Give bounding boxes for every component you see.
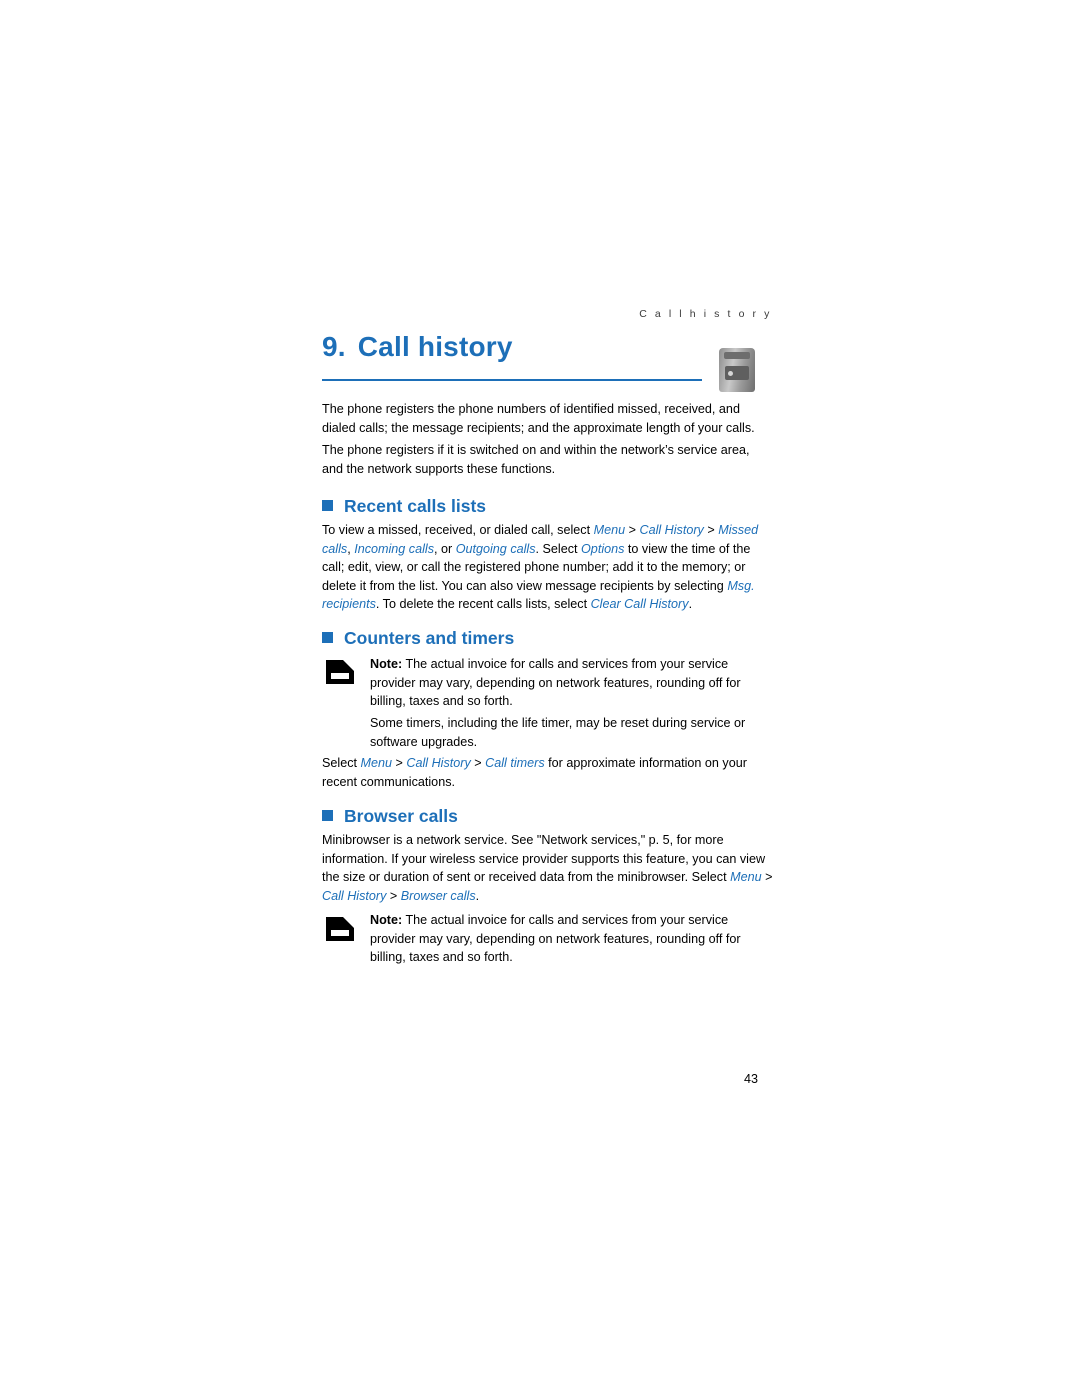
browser-calls-note: Note: The actual invoice for calls and s… xyxy=(370,913,741,965)
menu-path-menu: Menu xyxy=(593,523,626,537)
square-bullet-icon xyxy=(322,632,333,643)
section-heading-label: Browser calls xyxy=(344,806,458,826)
section-heading-recent-calls: Recent calls lists xyxy=(322,496,486,517)
menu-path-outgoing-calls: Outgoing calls xyxy=(455,541,536,556)
square-bullet-icon xyxy=(322,500,333,511)
intro-paragraph-1: The phone registers the phone numbers of… xyxy=(322,402,755,435)
section-heading-label: Recent calls lists xyxy=(344,496,487,516)
note-callout-icon xyxy=(326,660,354,684)
phone-device-icon xyxy=(719,348,755,392)
document-page: C a l l h i s t o r y 9. Call history The… xyxy=(0,0,1080,1397)
note-label: Note: xyxy=(370,657,403,671)
recent-calls-body: To view a missed, received, or dialed ca… xyxy=(322,523,759,612)
menu-path-call-history: Call History xyxy=(406,756,471,770)
menu-path-call-history: Call History xyxy=(322,888,387,903)
menu-path-options: Options xyxy=(581,541,625,556)
menu-path-browser-calls: Browser calls xyxy=(400,888,476,903)
menu-path-menu: Menu xyxy=(360,756,393,770)
menu-path-call-timers: Call timers xyxy=(485,756,545,770)
section-heading-browser-calls: Browser calls xyxy=(322,806,458,827)
section-heading-label: Counters and timers xyxy=(344,628,515,648)
counters-note-1: Note: The actual invoice for calls and s… xyxy=(370,657,741,709)
intro-paragraph-2: The phone registers if it is switched on… xyxy=(322,443,750,476)
menu-path-incoming-calls: Incoming calls xyxy=(354,541,434,556)
menu-path-clear-call-history: Clear Call History xyxy=(590,597,689,612)
running-header: C a l l h i s t o r y xyxy=(639,308,772,320)
square-bullet-icon xyxy=(322,810,333,821)
note-label: Note: xyxy=(370,913,403,927)
counters-body: Select Menu > Call History > Call timers… xyxy=(322,756,747,789)
title-divider xyxy=(322,379,702,381)
chapter-heading: 9. Call history xyxy=(322,331,742,363)
counters-note-2: Some timers, including the life timer, m… xyxy=(370,716,746,749)
menu-path-call-history: Call History xyxy=(639,523,704,537)
page-number: 43 xyxy=(743,1072,758,1086)
note-callout-icon xyxy=(326,917,354,941)
browser-calls-body: Minibrowser is a network service. See "N… xyxy=(322,833,773,903)
chapter-number: 9. xyxy=(322,331,346,362)
menu-path-menu: Menu xyxy=(730,870,762,885)
section-heading-counters-timers: Counters and timers xyxy=(322,628,514,649)
chapter-title: Call history xyxy=(357,331,513,362)
